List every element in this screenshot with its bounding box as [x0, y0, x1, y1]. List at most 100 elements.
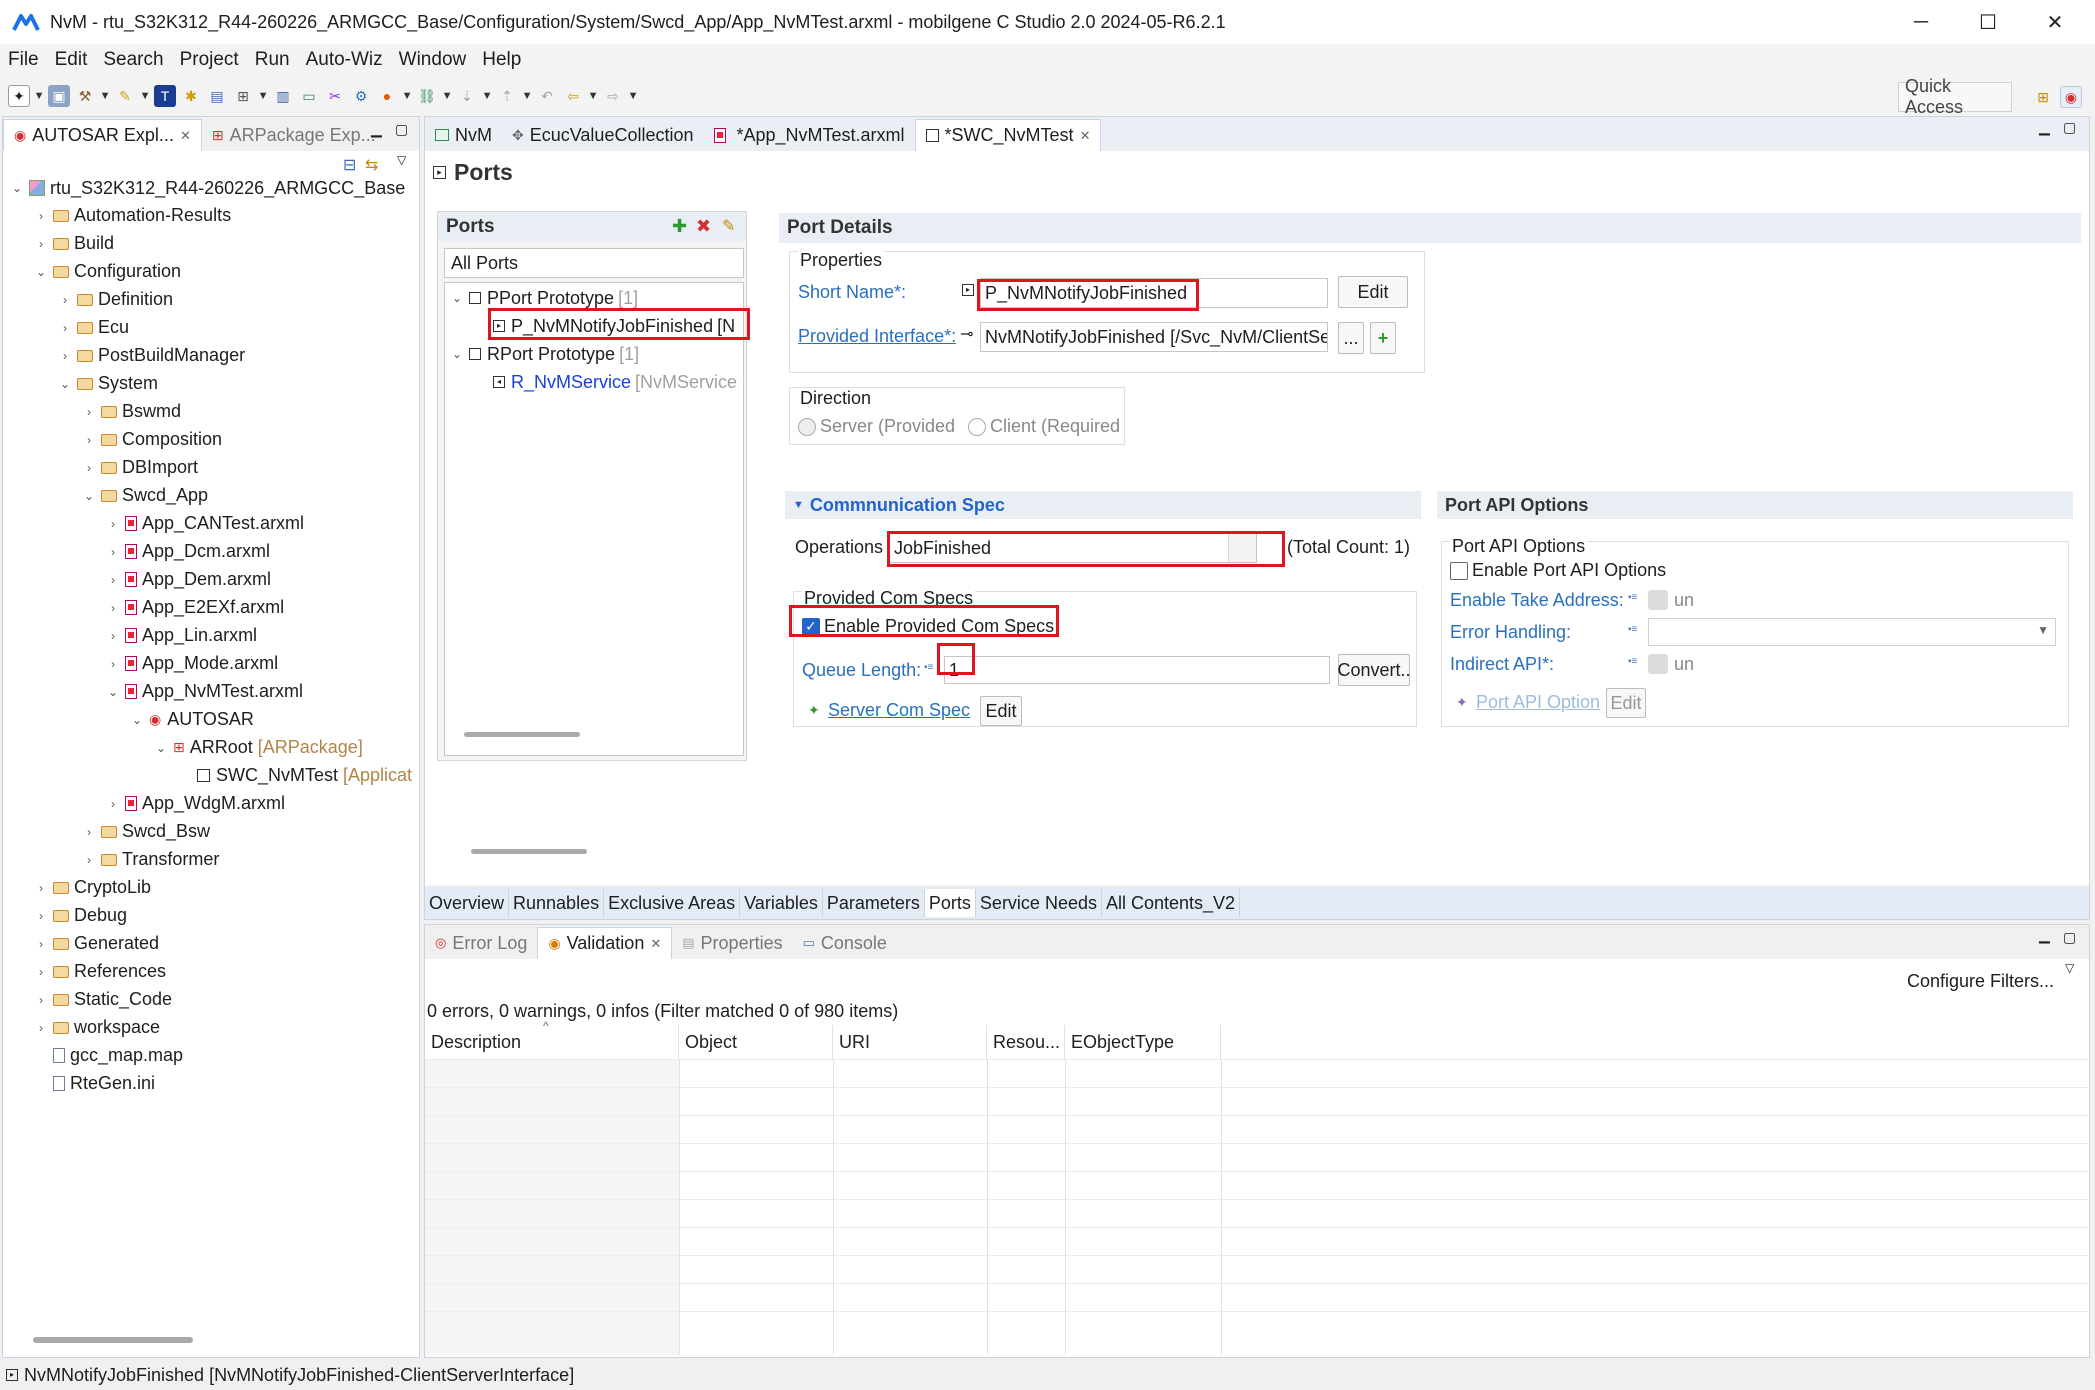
enable-provided-com-specs-checkbox[interactable]: ✓: [802, 618, 820, 636]
back-icon[interactable]: ⇦: [562, 85, 584, 107]
add-port-icon[interactable]: ✚: [672, 216, 687, 237]
graph-icon[interactable]: ⊞: [232, 85, 254, 107]
take-address-select[interactable]: [1648, 590, 1668, 610]
chevron-right-icon[interactable]: ›: [57, 321, 73, 335]
tab-ecuc-value-collection[interactable]: ✥ EcucValueCollection: [502, 119, 704, 151]
edit-port-icon[interactable]: ✎: [722, 216, 735, 236]
enable-port-api-options-checkbox[interactable]: [1450, 562, 1468, 580]
queue-length-field[interactable]: 1: [944, 656, 1330, 684]
tab-properties[interactable]: ▤ Properties: [672, 927, 792, 959]
tree-item[interactable]: › Static_Code: [33, 987, 172, 1013]
chevron-down-icon[interactable]: ⌄: [449, 347, 465, 361]
tab-nvm[interactable]: NvM: [425, 119, 502, 151]
menu-edit[interactable]: Edit: [55, 49, 88, 71]
operations-dropdown[interactable]: [1228, 534, 1256, 562]
menu-file[interactable]: File: [8, 49, 39, 71]
chevron-down-icon[interactable]: ⌄: [81, 489, 97, 503]
provided-interface-link[interactable]: Provided Interface*:: [798, 326, 956, 347]
tab-console[interactable]: ▭ Console: [793, 927, 897, 959]
chevron-right-icon[interactable]: ›: [57, 349, 73, 363]
column-header-eobjecttype[interactable]: EObjectType: [1065, 1025, 1221, 1059]
client-radio[interactable]: [968, 418, 986, 436]
forward-dropdown-icon[interactable]: ▼: [628, 90, 639, 102]
build-icon[interactable]: ⚒: [74, 85, 96, 107]
link-with-editor-icon[interactable]: ⇆: [365, 155, 378, 175]
chevron-right-icon[interactable]: ›: [105, 517, 121, 531]
tree-item[interactable]: › Composition: [81, 427, 222, 453]
configure-filters-link[interactable]: Configure Filters...: [1907, 971, 2054, 992]
port-api-option-edit-button[interactable]: Edit: [1606, 688, 1646, 718]
tab-app-nvmtest-arxml[interactable]: *App_NvMTest.arxml: [704, 119, 915, 151]
menu-search[interactable]: Search: [103, 49, 163, 71]
maximize-view-icon[interactable]: ▢: [2063, 929, 2076, 946]
close-icon[interactable]: ✕: [650, 936, 661, 952]
menu-window[interactable]: Window: [399, 49, 467, 71]
port-filter-select[interactable]: All Ports: [444, 248, 744, 278]
wizard-icon[interactable]: ✎: [114, 85, 136, 107]
column-header-object[interactable]: Object: [679, 1025, 833, 1059]
terminal-icon[interactable]: T: [154, 85, 176, 107]
chevron-down-icon[interactable]: ▼: [2037, 623, 2049, 637]
chevron-down-icon[interactable]: ⌄: [105, 685, 121, 699]
short-name-field[interactable]: P_NvMNotifyJobFinished: [980, 278, 1328, 308]
tab-error-log[interactable]: ◎ Error Log: [425, 927, 537, 959]
close-icon[interactable]: ✕: [180, 128, 191, 144]
ports-list-scrollbar[interactable]: [464, 732, 580, 737]
debug-icon[interactable]: ⚙: [350, 85, 372, 107]
tree-item[interactable]: › Automation-Results: [33, 203, 231, 229]
chevron-right-icon[interactable]: ›: [105, 797, 121, 811]
expand-icon[interactable]: ▼: [793, 499, 804, 511]
chevron-right-icon[interactable]: ›: [33, 1021, 49, 1035]
tab-arpackage-explorer[interactable]: ⊞ ARPackage Exp...: [202, 119, 386, 151]
prev-annotation-icon[interactable]: ⇡: [496, 85, 518, 107]
tab-service-needs[interactable]: Service Needs: [976, 889, 1102, 917]
collapse-all-icon[interactable]: ⊟: [343, 155, 356, 175]
chevron-right-icon[interactable]: ›: [33, 881, 49, 895]
menu-help[interactable]: Help: [482, 49, 521, 71]
tree-item[interactable]: › App_CANTest.arxml: [105, 511, 304, 537]
tree-item[interactable]: ⌄ Configuration: [33, 259, 181, 285]
tree-item[interactable]: › Swcd_Bsw: [81, 819, 210, 845]
tree-item[interactable]: › Transformer: [81, 847, 219, 873]
link-icon[interactable]: ⛓: [416, 85, 438, 107]
tab-swc-nvmtest[interactable]: *SWC_NvMTest ✕: [914, 119, 1102, 151]
chevron-right-icon[interactable]: ›: [33, 209, 49, 223]
browse-interface-button[interactable]: ...: [1338, 322, 1364, 354]
next-annotation-icon[interactable]: ⇣: [456, 85, 478, 107]
tab-exclusive-areas[interactable]: Exclusive Areas: [604, 889, 741, 917]
prev-annotation-dropdown-icon[interactable]: ▼: [522, 90, 533, 102]
column-header-description[interactable]: Description ^: [425, 1019, 679, 1059]
chevron-right-icon[interactable]: ›: [33, 965, 49, 979]
minimize-button[interactable]: ─: [1888, 0, 1954, 44]
tree-item[interactable]: › Generated: [33, 931, 159, 957]
server-com-spec-edit-button[interactable]: Edit: [980, 696, 1022, 726]
chevron-right-icon[interactable]: ›: [81, 825, 97, 839]
menu-auto-wiz[interactable]: Auto-Wiz: [306, 49, 383, 71]
chevron-right-icon[interactable]: ›: [33, 237, 49, 251]
chevron-right-icon[interactable]: ›: [57, 293, 73, 307]
tab-validation[interactable]: ◉ Validation ✕: [537, 927, 673, 959]
tree-item[interactable]: › Debug: [33, 903, 127, 929]
tab-overview[interactable]: Overview: [425, 889, 510, 917]
tab-variables[interactable]: Variables: [740, 889, 823, 917]
tree-item[interactable]: › workspace: [33, 1015, 160, 1041]
ports-scrollbar[interactable]: [471, 849, 587, 854]
tree-item[interactable]: gcc_map.map: [33, 1043, 183, 1069]
chevron-right-icon[interactable]: ›: [33, 937, 49, 951]
link-dropdown-icon[interactable]: ▼: [442, 90, 453, 102]
maximize-button[interactable]: ☐: [1955, 0, 2021, 44]
pport-group-row[interactable]: ⌄ PPort Prototype [1]: [449, 285, 638, 311]
chevron-down-icon[interactable]: ⌄: [153, 741, 169, 755]
quick-access-field[interactable]: Quick Access: [1898, 76, 2012, 117]
chevron-right-icon[interactable]: ›: [81, 461, 97, 475]
port-api-option-link[interactable]: Port API Option: [1476, 692, 1600, 713]
short-name-edit-button[interactable]: Edit: [1338, 276, 1408, 308]
tree-item[interactable]: SWC_NvMTest [Applicat: [177, 763, 412, 789]
tree-item[interactable]: › App_Lin.arxml: [105, 623, 257, 649]
tab-all-contents-v2[interactable]: All Contents_V2: [1102, 889, 1241, 917]
minimize-view-icon[interactable]: ▁: [371, 121, 382, 138]
chart-icon[interactable]: ▤: [206, 85, 228, 107]
close-button[interactable]: ✕: [2022, 0, 2088, 44]
chevron-down-icon[interactable]: ⌄: [449, 291, 465, 305]
tree-item[interactable]: RteGen.ini: [33, 1071, 155, 1097]
